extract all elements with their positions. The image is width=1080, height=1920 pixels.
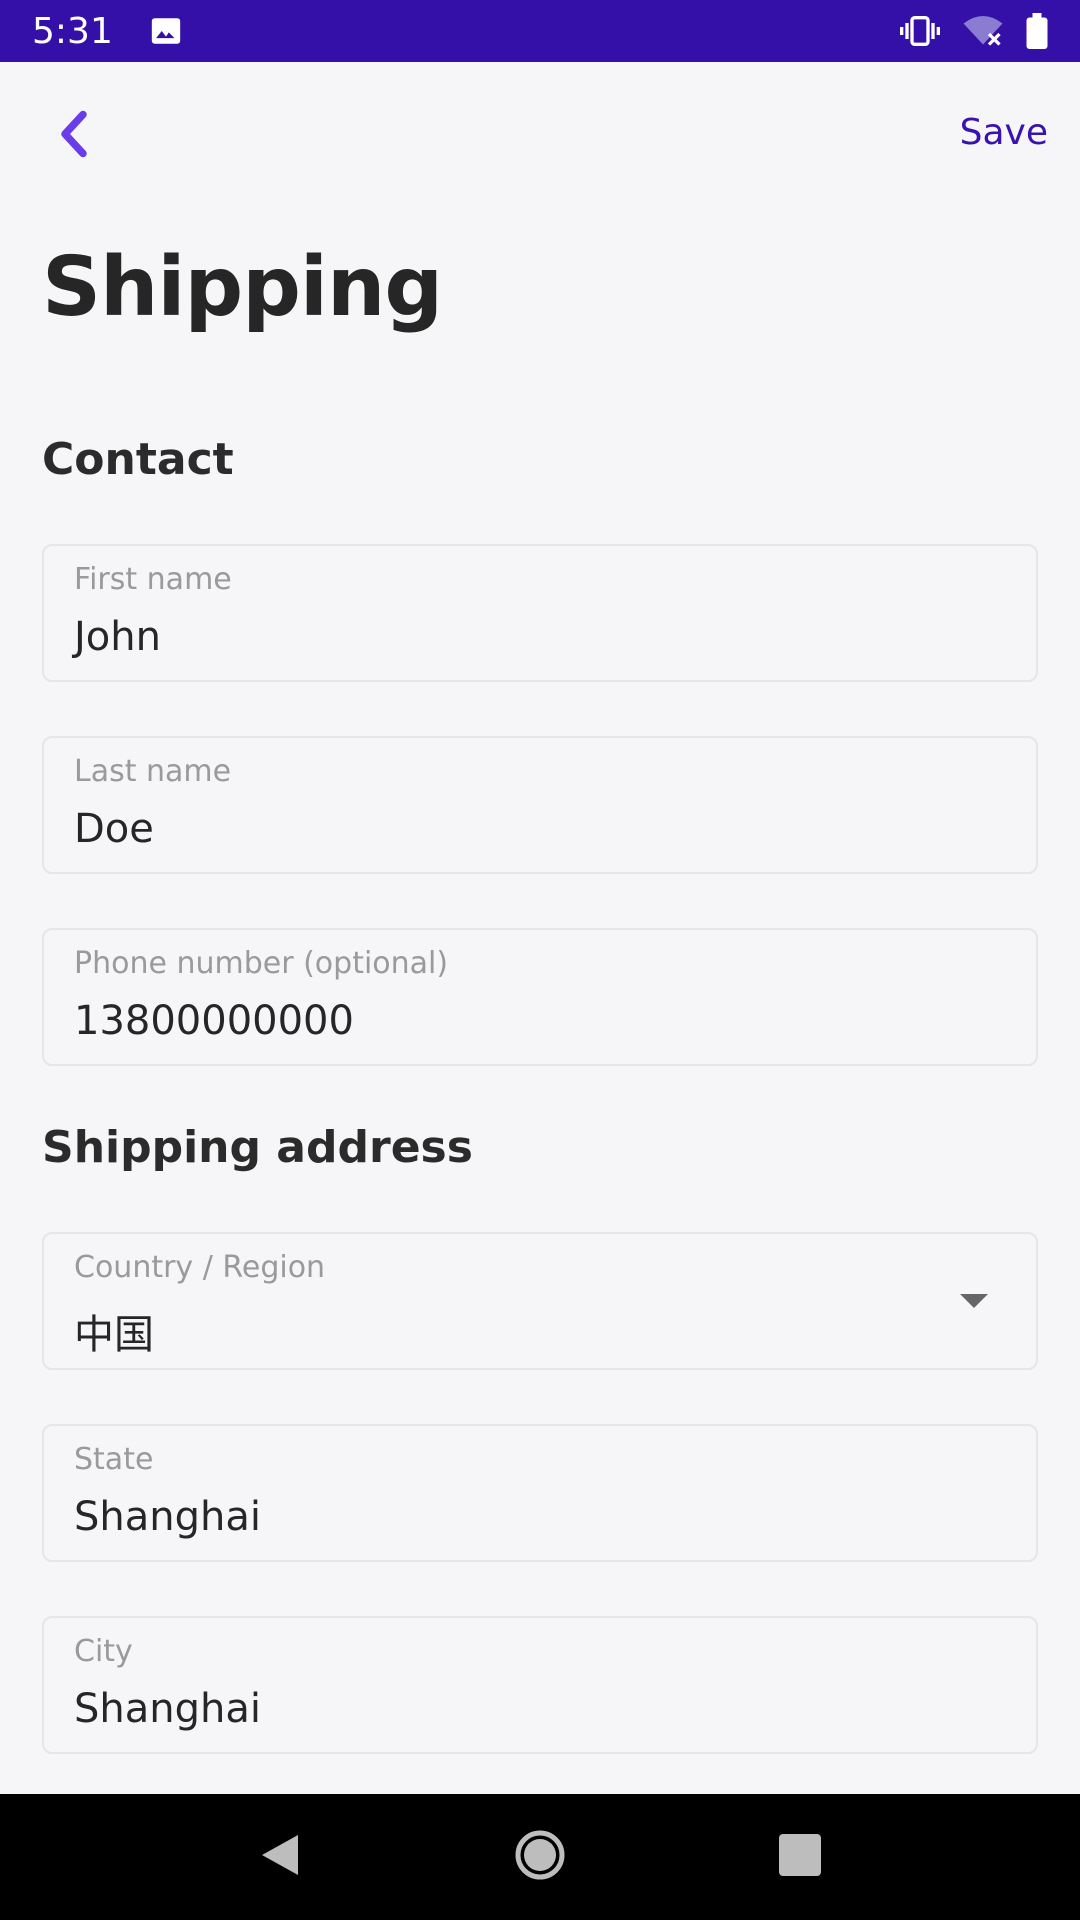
battery-icon: [1026, 13, 1048, 49]
country-region-label: Country / Region: [74, 1250, 326, 1285]
nav-back-button[interactable]: [240, 1817, 320, 1897]
status-time: 5:31: [32, 10, 113, 52]
phone-number-value: 13800000000: [74, 998, 354, 1044]
city-field[interactable]: City Shanghai: [42, 1616, 1038, 1754]
first-name-field[interactable]: First name John: [42, 544, 1038, 682]
top-app-bar: Save: [0, 62, 1080, 208]
wifi-off-icon: [962, 14, 1004, 48]
page-title: Shipping: [42, 240, 443, 335]
image-icon: [149, 14, 183, 48]
dropdown-caret-icon: [960, 1294, 988, 1308]
recents-square-icon: [779, 1833, 821, 1881]
vibrate-icon: [900, 15, 940, 47]
contact-section-title: Contact: [42, 434, 234, 485]
country-region-dropdown[interactable]: Country / Region 中国: [42, 1232, 1038, 1370]
city-value: Shanghai: [74, 1686, 261, 1732]
save-button[interactable]: Save: [960, 112, 1048, 153]
phone-number-field[interactable]: Phone number (optional) 13800000000: [42, 928, 1038, 1066]
city-label: City: [74, 1634, 133, 1669]
status-bar: 5:31: [0, 0, 1080, 62]
first-name-value: John: [74, 614, 161, 660]
back-triangle-icon: [258, 1831, 302, 1884]
back-button[interactable]: [44, 106, 104, 166]
home-circle-icon: [514, 1829, 566, 1886]
last-name-value: Doe: [74, 806, 154, 852]
state-value: Shanghai: [74, 1494, 261, 1540]
first-name-label: First name: [74, 562, 232, 597]
chevron-left-icon: [56, 110, 92, 163]
last-name-label: Last name: [74, 754, 232, 789]
country-region-value: 中国: [74, 1312, 154, 1358]
state-field[interactable]: State Shanghai: [42, 1424, 1038, 1562]
shipping-address-section-title: Shipping address: [42, 1122, 473, 1173]
phone-number-label: Phone number (optional): [74, 946, 449, 981]
system-navigation-bar: [0, 1794, 1080, 1920]
shipping-screen: Save Shipping Contact First name John La…: [0, 62, 1080, 1794]
status-icons: [900, 13, 1048, 49]
nav-recents-button[interactable]: [760, 1817, 840, 1897]
nav-home-button[interactable]: [500, 1817, 580, 1897]
last-name-field[interactable]: Last name Doe: [42, 736, 1038, 874]
state-label: State: [74, 1442, 154, 1477]
